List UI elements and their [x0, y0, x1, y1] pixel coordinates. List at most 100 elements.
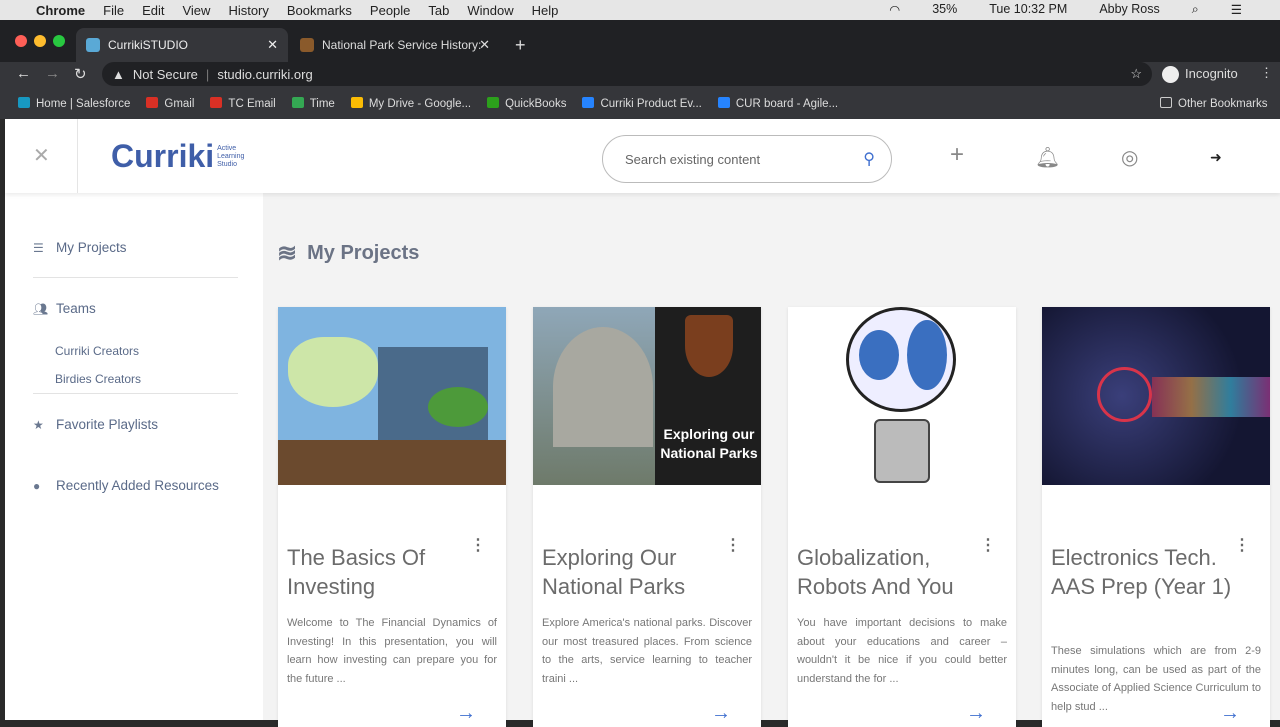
menu-window[interactable]: Window	[467, 3, 513, 18]
clock-icon: ●	[33, 478, 41, 493]
layers-icon: ≋	[277, 240, 298, 267]
minimize-window-button[interactable]	[34, 35, 46, 47]
sidebar-item-my-projects[interactable]: ☰ My Projects	[33, 240, 127, 255]
menu-history[interactable]: History	[228, 3, 268, 18]
reload-icon[interactable]: ↻	[74, 65, 87, 83]
user-name[interactable]: Abby Ross	[1099, 2, 1159, 17]
arrow-right-icon[interactable]: →	[1220, 702, 1240, 725]
spotlight-icon[interactable]: ⌕	[1192, 2, 1199, 17]
bookmark-label: Time	[309, 98, 335, 110]
tab-nps[interactable]: National Park Service History: ✕	[290, 28, 500, 62]
logo-text: Curriki	[111, 138, 215, 174]
star-icon[interactable]: ☆	[1130, 66, 1142, 82]
project-image	[278, 307, 506, 485]
team-curriki-creators[interactable]: Curriki Creators	[55, 344, 139, 358]
page-title: ≋ My Projects	[277, 239, 419, 268]
project-card[interactable]: ⋮ Electronics Tech. AAS Prep (Year 1) Th…	[1042, 307, 1270, 727]
bookmark-item[interactable]: TC Email	[210, 97, 276, 110]
bookmark-item[interactable]: CUR board - Agile...	[717, 97, 839, 110]
sidebar: ☰ My Projects 👥︎ Teams Curriki Creators Bi…	[5, 193, 263, 720]
sidebar-item-recent[interactable]: ● Recently Added Resources	[33, 478, 219, 493]
page-title-text: My Projects	[307, 242, 420, 264]
forward-icon[interactable]: →	[45, 65, 60, 82]
bookmark-favicon-icon	[146, 97, 159, 108]
close-tab-icon[interactable]: ✕	[479, 37, 490, 53]
bookmark-label: Home | Salesforce	[36, 98, 131, 110]
project-card[interactable]: ⋮ The Basics Of Investing Welcome to The…	[278, 307, 506, 727]
curriki-logo[interactable]: Curriki Active Learning Studio	[111, 138, 257, 175]
app-header: ✕ Curriki Active Learning Studio Search e…	[5, 119, 1280, 193]
bookmark-label: My Drive - Google...	[368, 98, 472, 110]
bookmark-label: CUR board - Agile...	[735, 98, 839, 110]
project-description: Explore America's national parks. Discov…	[542, 617, 752, 686]
bookmark-label: Curriki Product Ev...	[600, 98, 702, 110]
menu-help[interactable]: Help	[532, 3, 559, 18]
project-title[interactable]: Globalization, Robots And You	[797, 543, 987, 601]
maximize-window-button[interactable]	[53, 35, 65, 47]
user-icon[interactable]: ◎	[1121, 145, 1138, 170]
incognito-icon	[1162, 66, 1179, 83]
wifi-icon[interactable]: ◠	[889, 2, 900, 17]
sidebar-item-teams[interactable]: 👥︎ Teams	[33, 301, 96, 316]
bookmark-item[interactable]: Home | Salesforce	[18, 97, 130, 110]
other-bookmarks[interactable]: Other Bookmarks	[1160, 97, 1267, 110]
new-tab-button[interactable]: +	[505, 28, 536, 62]
tab-curriki[interactable]: CurrikiSTUDIO ✕	[76, 28, 288, 62]
back-icon[interactable]: ←	[16, 65, 31, 82]
bookmark-label: Gmail	[164, 98, 195, 110]
project-title[interactable]: The Basics Of Investing	[287, 543, 477, 601]
team-birdies-creators[interactable]: Birdies Creators	[55, 372, 141, 386]
omnibox[interactable]: ▲ Not Secure | studio.curriki.org ☆	[102, 62, 1152, 86]
menu-tab[interactable]: Tab	[428, 3, 449, 18]
bookmark-item[interactable]: Time	[291, 97, 335, 110]
bookmark-item[interactable]: Gmail	[146, 97, 194, 110]
project-card[interactable]: Exploring our National Parks ⋮ Exploring…	[533, 307, 761, 727]
close-tab-icon[interactable]: ✕	[267, 37, 278, 53]
url-text[interactable]: studio.curriki.org	[217, 67, 312, 82]
bookmark-label: TC Email	[228, 98, 276, 110]
search-input[interactable]: Search existing content ⚲	[602, 135, 892, 183]
menu-view[interactable]: View	[182, 3, 210, 18]
bookmark-item[interactable]: Curriki Product Ev...	[582, 97, 702, 110]
sidebar-item-favorites[interactable]: ★ Favorite Playlists	[33, 417, 158, 432]
menu-file[interactable]: File	[103, 3, 124, 18]
bookmark-label: QuickBooks	[505, 98, 567, 110]
close-sidebar-icon[interactable]: ✕	[33, 143, 50, 168]
bookmark-favicon-icon	[291, 97, 304, 108]
project-title[interactable]: Exploring Our National Parks	[542, 543, 732, 601]
project-title[interactable]: Electronics Tech. AAS Prep (Year 1)	[1051, 543, 1241, 601]
logo-subtitle: Active Learning Studio	[217, 144, 245, 168]
bookmark-favicon-icon	[582, 97, 595, 108]
incognito-badge[interactable]: Incognito	[1162, 66, 1238, 83]
add-icon[interactable]: +	[950, 141, 964, 169]
chrome-menu-icon[interactable]: ⋮	[1260, 65, 1273, 81]
menu-bookmarks[interactable]: Bookmarks	[287, 3, 352, 18]
bookmark-item[interactable]: QuickBooks	[487, 97, 566, 110]
bookmark-item[interactable]: My Drive - Google...	[350, 97, 472, 110]
arrow-right-icon[interactable]: →	[711, 702, 731, 725]
tab-title: CurrikiSTUDIO	[108, 38, 188, 52]
sidebar-label: Recently Added Resources	[56, 478, 219, 493]
image-caption: Exploring our National Parks	[660, 426, 758, 461]
menu-app[interactable]: Chrome	[36, 3, 85, 18]
folder-icon	[1160, 97, 1172, 108]
search-icon[interactable]: ⚲	[863, 149, 875, 169]
bell-icon[interactable]: 🔔︎	[1035, 145, 1060, 170]
bookmark-favicon-icon	[487, 97, 500, 108]
arrow-right-icon[interactable]: →	[456, 702, 476, 725]
project-image: Exploring our National Parks	[533, 307, 761, 485]
logout-icon[interactable]: ➜	[1210, 149, 1222, 166]
notification-center-icon[interactable]: ☰	[1231, 2, 1242, 17]
menu-edit[interactable]: Edit	[142, 3, 164, 18]
search-placeholder: Search existing content	[625, 151, 761, 167]
clock[interactable]: Tue 10:32 PM	[989, 2, 1067, 17]
other-bookmarks-label: Other Bookmarks	[1178, 98, 1268, 110]
close-window-button[interactable]	[15, 35, 27, 47]
security-label[interactable]: Not Secure	[133, 67, 198, 82]
arrow-right-icon[interactable]: →	[966, 702, 986, 725]
mac-menubar: Chrome File Edit View History Bookmarks …	[0, 0, 1280, 20]
list-icon: ☰	[33, 240, 44, 255]
menu-people[interactable]: People	[370, 3, 410, 18]
star-icon: ★	[33, 417, 44, 432]
project-card[interactable]: ⋮ Globalization, Robots And You You have…	[788, 307, 1016, 727]
